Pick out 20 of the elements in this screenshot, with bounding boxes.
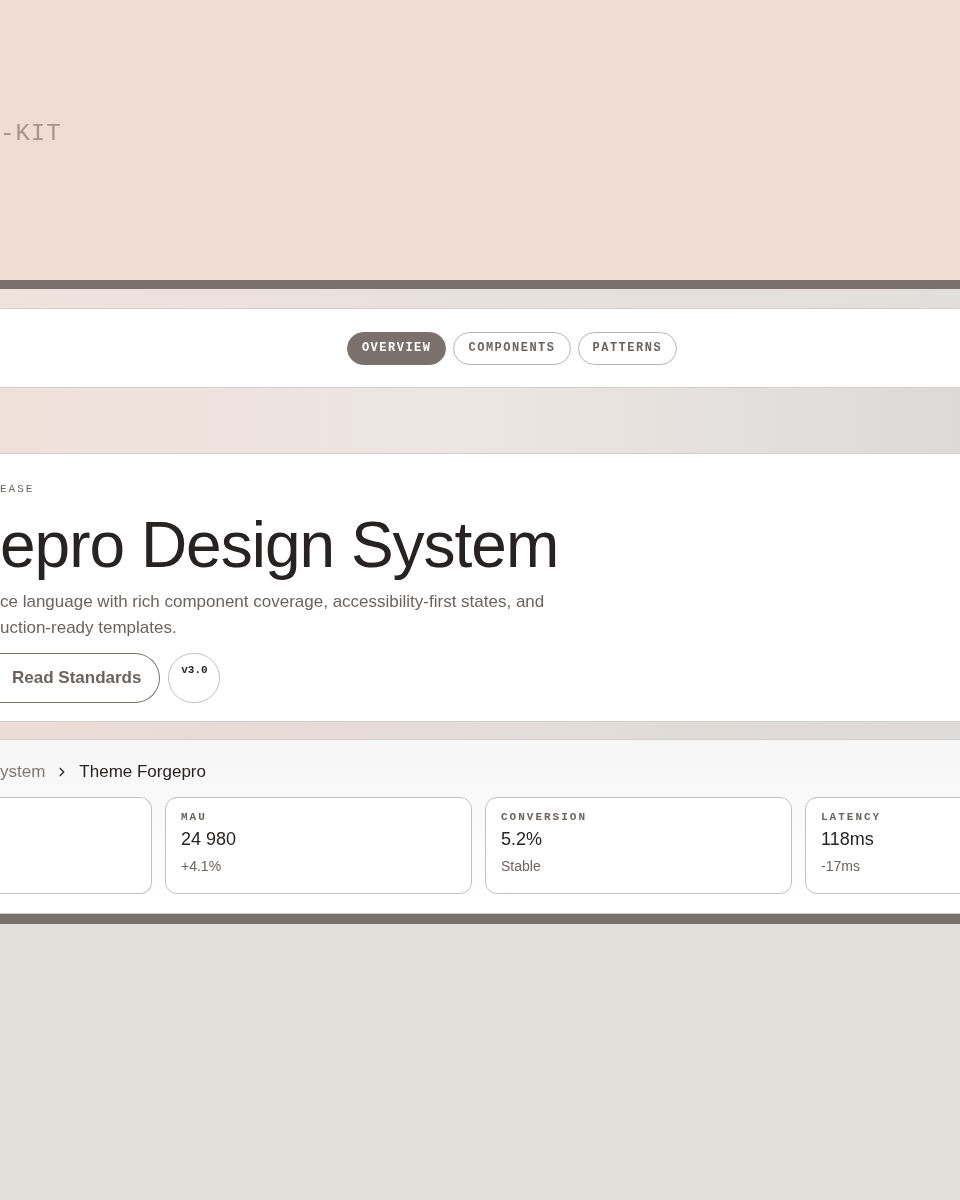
- stat-label: MAU: [181, 812, 208, 823]
- hero-eyebrow: EASE: [0, 484, 35, 495]
- read-standards-button[interactable]: Read Standards: [0, 653, 161, 703]
- breadcrumb-current: Theme Forgepro: [79, 761, 206, 784]
- version-badge: v3.0: [168, 653, 221, 703]
- stat-delta: Stable: [501, 857, 542, 876]
- stat-delta: +4.1%: [181, 857, 223, 876]
- stat-label: CONVERSION: [501, 812, 588, 823]
- nav-tab[interactable]: PATTERNS: [577, 331, 678, 365]
- hero-description: ce language with rich component coverage, accessibility-first states, and uction-ready templates.: [0, 591, 546, 639]
- banner-label: -KIT: [0, 122, 62, 146]
- stat-value: 5.2%: [501, 828, 544, 851]
- nav-tab[interactable]: COMPONENTS: [453, 331, 571, 365]
- stat-value: 118ms: [821, 828, 875, 851]
- stat-value: 24 980: [181, 828, 238, 851]
- hero-title: epro Design System: [0, 509, 559, 581]
- nav-tab[interactable]: OVERVIEW: [346, 331, 447, 365]
- stat-label: LATENCY: [821, 812, 883, 823]
- breadcrumb-item[interactable]: ystem: [0, 759, 46, 785]
- stat-delta: -17ms: [821, 857, 861, 876]
